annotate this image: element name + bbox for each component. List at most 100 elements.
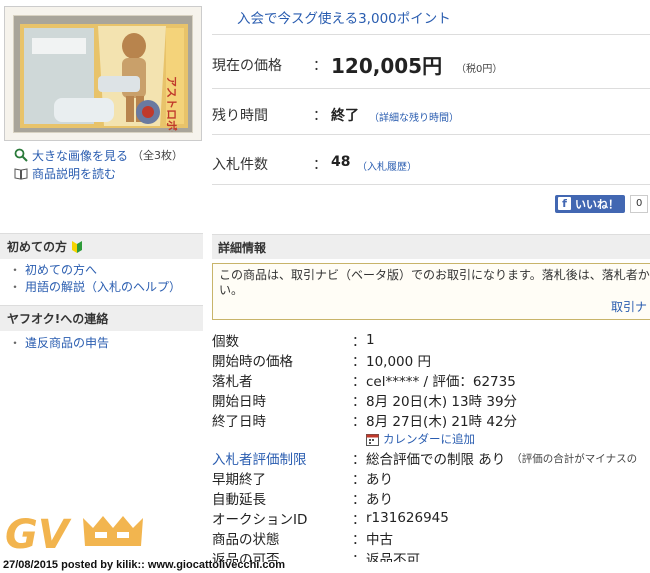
detail-row: オークションID ： r131626945: [212, 508, 650, 528]
detail-value: 8月 27日(木) 21時 42分: [366, 414, 518, 430]
thumb-links: 大きな画像を見る （全3枚） 商品説明を読む: [14, 146, 183, 182]
detail-colon: ：: [352, 452, 366, 468]
detail-colon: ：: [352, 334, 366, 350]
detail-label: 商品の状態: [212, 532, 280, 548]
bid-history-link[interactable]: （入札履歴）: [357, 158, 417, 173]
detail-row: 入札者評価制限：総合評価での制限 あり （評価の合計がマイナスの: [212, 448, 650, 468]
notice-line-2: い。: [219, 283, 244, 297]
detail-value: cel***** / 評価：62735: [366, 374, 516, 390]
detail-label: 落札者: [212, 374, 253, 390]
view-large-image-label: 大きな画像を見る: [32, 148, 129, 163]
divider: [212, 88, 650, 89]
detail-colon: ：: [352, 512, 366, 528]
detail-value: 8月 20日(木) 13時 39分: [366, 394, 518, 410]
read-description-link[interactable]: 商品説明を読む: [14, 164, 183, 182]
detail-value: あり: [366, 472, 393, 488]
add-to-calendar-label: カレンダーに追加: [383, 432, 475, 446]
detail-colon: ：: [352, 552, 366, 562]
detail-table: 個数： 1 開始時の価格： 10,000 円 落札者： cel***** / 評価：6…: [212, 330, 650, 562]
sidebar-link-for-beginners[interactable]: ・初めての方へ: [9, 262, 181, 279]
bids-colon: ：: [313, 157, 327, 173]
detail-colon: ：: [352, 354, 366, 370]
detail-row: 開始日時 ： 8月 20日(木) 13時 39分: [212, 390, 650, 410]
posted-by-footer: 27/08/2015 posted by kilik:: www.giocatt…: [3, 559, 286, 571]
view-large-image-link[interactable]: 大きな画像を見る （全3枚）: [14, 146, 183, 164]
detail-row: 商品の状態 ：中古: [212, 528, 650, 548]
detail-colon: ：: [352, 532, 366, 548]
detail-label: 開始時の価格: [212, 354, 293, 370]
magnifier-icon: [14, 148, 28, 162]
read-description-label: 商品説明を読む: [32, 166, 117, 181]
gv-logo: GV: [5, 512, 143, 558]
sidebar-heading-contact: ヤフオク!への連絡: [0, 305, 203, 331]
points-promo-link[interactable]: 入会で今スグ使える3,000ポイント: [237, 7, 451, 27]
detail-heading: 詳細情報: [212, 234, 650, 259]
detail-row: 終了日時 ： 8月 27日(木) 21時 42分: [212, 410, 650, 430]
transaction-navi-notice: この商品は、取引ナビ（ベータ版）でのお取引になります。落札後は、落札者か い。 …: [212, 263, 650, 320]
current-price: 120,005円: [331, 54, 443, 78]
product-thumbnail[interactable]: アストロボーイ: [13, 15, 193, 133]
detail-note: （評価の合計がマイナスの: [511, 452, 638, 465]
facebook-icon: f: [558, 197, 571, 210]
detail-colon: ：: [352, 374, 366, 390]
beginner-mark-icon: [72, 240, 83, 253]
contact-links: ・違反商品の申告: [9, 335, 109, 352]
price-tax: （税0円）: [456, 64, 503, 75]
sidebar-heading-contact-label: ヤフオク!への連絡: [7, 312, 109, 326]
detail-value: 中古: [366, 532, 393, 548]
detail-value: 返品不可: [366, 552, 420, 562]
bullet: ・: [9, 280, 22, 294]
sidebar-link-label: 違反商品の申告: [25, 336, 110, 350]
time-colon: ：: [313, 108, 327, 124]
bullet: ・: [9, 263, 22, 277]
detail-row: 早期終了 ：あり: [212, 468, 650, 488]
transaction-navi-link[interactable]: 取引ナ: [611, 300, 647, 315]
detail-value: 10,000 円: [366, 354, 432, 370]
sidebar-heading-beginner: 初めての方: [0, 233, 203, 259]
detail-colon: ：: [352, 394, 366, 410]
add-to-calendar-link[interactable]: カレンダーに追加: [212, 430, 650, 448]
image-count: （全3枚）: [132, 149, 184, 162]
sidebar-link-glossary[interactable]: ・用語の解説（入札のヘルプ）: [9, 279, 181, 296]
detail-row: 自動延長 ：あり: [212, 488, 650, 508]
time-left-label: 残り時間: [212, 108, 268, 124]
calendar-icon: [366, 433, 379, 446]
notice-line-1: この商品は、取引ナビ（ベータ版）でのお取引になります。落札後は、落札者か: [219, 268, 650, 282]
watermark-logo: GV: [3, 506, 148, 558]
facebook-like-label: いいね！: [575, 197, 619, 211]
bid-count-label: 入札件数: [212, 157, 268, 173]
sidebar-link-label: 初めての方へ: [25, 263, 98, 277]
divider: [212, 184, 650, 185]
facebook-like-button[interactable]: f いいね！: [555, 194, 625, 213]
product-photo: アストロボーイ: [14, 16, 192, 133]
facebook-like-count: 0: [630, 194, 649, 213]
detail-value: 総合評価での制限 あり: [366, 452, 506, 468]
detail-colon: ：: [352, 492, 366, 508]
thumb-box-text: アストロボーイ: [165, 76, 179, 133]
detail-label: 終了日時: [212, 414, 266, 430]
detail-label: 自動延長: [212, 492, 266, 508]
detail-value: あり: [366, 492, 393, 508]
divider: [212, 34, 650, 35]
svg-text:GV: GV: [5, 512, 72, 556]
sidebar-heading-beginner-label: 初めての方: [7, 240, 68, 254]
price-colon: ：: [313, 58, 327, 74]
detail-value: 1: [366, 332, 375, 348]
time-left-value: 終了: [331, 108, 359, 124]
product-thumbnail-frame: アストロボーイ: [4, 6, 202, 141]
detail-row: 個数 ： 1: [212, 330, 650, 350]
bidder-rating-limit-link[interactable]: 入札者評価制限: [212, 448, 352, 468]
detail-label: 早期終了: [212, 472, 266, 488]
bid-count-value: 48: [331, 154, 351, 170]
price-label: 現在の価格: [212, 58, 282, 74]
detailed-time-link[interactable]: （詳細な残り時間）: [369, 109, 459, 124]
detail-row: 開始時の価格 ： 10,000 円: [212, 350, 650, 370]
detail-colon: ：: [352, 472, 366, 488]
sidebar-link-report-violation[interactable]: ・違反商品の申告: [9, 335, 109, 352]
detail-label: 開始日時: [212, 394, 266, 410]
detail-label: 個数: [212, 334, 239, 350]
book-icon: [14, 167, 28, 180]
detail-colon: ：: [352, 414, 366, 430]
divider: [212, 134, 650, 135]
detail-label: オークションID: [212, 512, 308, 528]
